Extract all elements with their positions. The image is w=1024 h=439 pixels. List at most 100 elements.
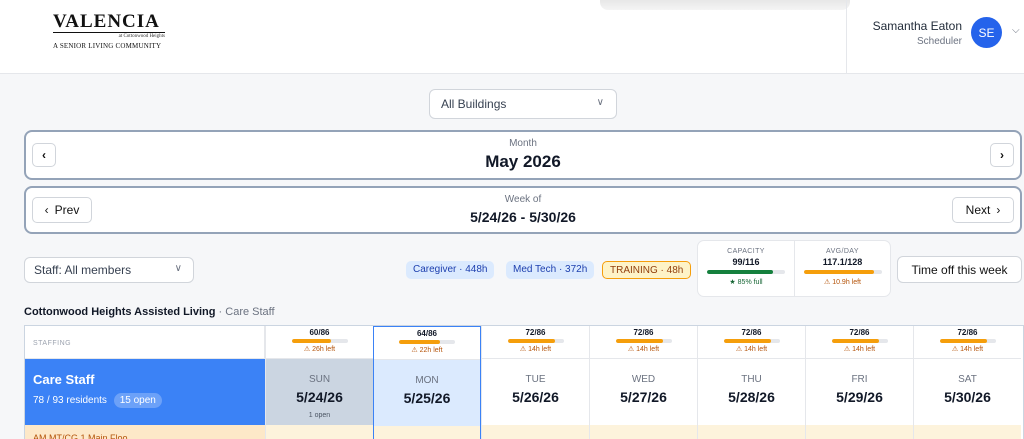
shift-cell[interactable] [698,425,805,439]
medtech-hours-pill[interactable]: Med Tech · 372h [506,261,595,279]
training-hours-pill[interactable]: TRAINING · 48h [602,261,692,279]
day-hours-left-text: 26h left [312,346,336,353]
team-name: · Care Staff [215,306,275,318]
day-staffing-summary: 72/86 ⚠ 14h left [914,326,1021,359]
shift-cell[interactable] [266,425,373,439]
warning-icon: ⚠ [519,346,527,353]
capacity-stat: CAPACITY 99/116 ★ 85% full [698,241,794,296]
time-off-button[interactable]: Time off this week [897,256,1022,283]
month-caption: Month [509,138,537,149]
avg-day-value: 117.1/128 [822,257,863,267]
day-hours-left-text: 14h left [636,346,660,353]
day-hours-left-text: 14h left [744,346,768,353]
day-hours-left: ⚠ 26h left [266,345,373,353]
day-name: THU [741,374,762,385]
day-staffing-bar-fill [291,339,331,343]
day-column-tue[interactable]: 72/86 ⚠ 14h left TUE 5/26/26 [481,326,589,439]
day-header[interactable]: SAT 5/30/26 [914,359,1021,425]
capacity-note-text: 85% full [737,279,763,286]
day-header[interactable]: MON 5/25/26 [374,360,480,426]
day-staffing-ratio: 72/86 [849,328,870,337]
logo-subtitle: at Cottonwood Heights [53,32,165,40]
next-week-button[interactable]: Next › [952,197,1014,223]
warning-icon: ⚠ [627,346,635,353]
capacity-bar-fill [707,270,774,274]
day-staffing-ratio: 72/86 [957,328,978,337]
logo-tagline: A SENIOR LIVING COMMUNITY [53,42,162,50]
warning-icon: ⚠ [951,346,959,353]
day-hours-left: ⚠ 14h left [914,345,1021,353]
shift-cell[interactable] [590,425,697,439]
day-header[interactable]: FRI 5/29/26 [806,359,913,425]
valencia-logo[interactable]: VALENCIA at Cottonwood Heights A SENIOR … [53,12,183,50]
next-week-label: Next [965,203,991,217]
shift-cell[interactable] [482,425,589,439]
shift-cell[interactable] [374,426,480,439]
day-column-mon[interactable]: 64/86 ⚠ 22h left MON 5/25/26 [373,326,481,439]
staff-filter-select[interactable]: Staff: All members ∨ [24,257,194,283]
day-staffing-bar-fill [399,340,441,344]
day-hours-left: ⚠ 14h left [806,345,913,353]
day-name: MON [415,375,439,386]
day-staffing-ratio: 60/86 [309,328,330,337]
avg-day-note: ⚠ 10.9h left [795,278,890,286]
day-staffing-summary: 72/86 ⚠ 14h left [590,326,697,359]
day-staffing-ratio: 72/86 [633,328,654,337]
capacity-card: CAPACITY 99/116 ★ 85% full AVG/DAY 117.1… [697,240,891,297]
week-caption: Week of [504,194,542,205]
week-navigator: ‹ Prev Week of 5/24/26 - 5/30/26 Next › [24,186,1022,234]
day-hours-left: ⚠ 22h left [374,346,480,354]
avg-day-bar [803,270,882,274]
chevron-down-icon: ∨ [596,97,604,108]
day-date: 5/26/26 [512,389,559,405]
day-staffing-bar [507,339,564,343]
shift-row-label[interactable]: AM MT/CG 1 Main Floo [25,425,265,439]
next-month-button[interactable]: › [990,143,1014,167]
day-date: 5/29/26 [836,389,883,405]
chevron-right-icon: › [996,203,1001,217]
day-hours-left: ⚠ 14h left [698,345,805,353]
day-staffing-summary: 64/86 ⚠ 22h left [374,327,480,360]
day-hours-left: ⚠ 14h left [590,345,697,353]
chevron-right-icon: › [1000,148,1004,162]
day-staffing-bar-fill [831,339,879,343]
day-column-fri[interactable]: 72/86 ⚠ 14h left FRI 5/29/26 [805,326,913,439]
day-column-sun[interactable]: 60/86 ⚠ 26h left SUN 5/24/26 1 open [265,326,373,439]
shift-cell[interactable] [806,425,913,439]
day-staffing-bar [831,339,888,343]
chevron-down-icon[interactable]: ⌵ [1012,25,1020,36]
header-divider [846,0,847,74]
day-staffing-summary: 72/86 ⚠ 14h left [698,326,805,359]
day-header[interactable]: SUN 5/24/26 1 open [266,359,373,425]
day-column-thu[interactable]: 72/86 ⚠ 14h left THU 5/28/26 [697,326,805,439]
day-date: 5/24/26 [296,389,343,405]
day-header[interactable]: THU 5/28/26 [698,359,805,425]
day-staffing-ratio: 72/86 [741,328,762,337]
user-name: Samantha Eaton [872,19,962,33]
day-date: 5/25/26 [403,390,451,406]
day-name: FRI [851,374,868,385]
day-staffing-ratio: 72/86 [525,328,546,337]
day-staffing-summary: 60/86 ⚠ 26h left [266,326,373,359]
capacity-value: 99/116 [732,257,760,267]
day-staffing-summary: 72/86 ⚠ 14h left [806,326,913,359]
day-name: WED [631,374,656,385]
avatar[interactable]: SE [971,17,1002,48]
building-select[interactable]: All Buildings ∨ [429,89,617,119]
day-header[interactable]: TUE 5/26/26 [482,359,589,425]
day-header[interactable]: WED 5/27/26 [590,359,697,425]
warning-icon: ⚠ [823,279,831,286]
capacity-note: ★ 85% full [698,278,794,286]
care-staff-residents: 78 / 93 residents 15 open [33,393,257,408]
building-select-value: All Buildings [441,97,507,111]
day-column-sat[interactable]: 72/86 ⚠ 14h left SAT 5/30/26 [913,326,1021,439]
warning-icon: ⚠ [735,346,743,353]
day-staffing-bar [939,339,996,343]
care-staff-row-header[interactable]: Care Staff 78 / 93 residents 15 open [25,359,265,425]
caregiver-hours-pill[interactable]: Caregiver · 448h [406,261,495,279]
shift-cell[interactable] [914,425,1021,439]
week-title: 5/24/26 - 5/30/26 [470,209,576,225]
day-staffing-ratio: 64/86 [416,329,438,338]
day-hours-left-text: 14h left [960,346,984,353]
day-column-wed[interactable]: 72/86 ⚠ 14h left WED 5/27/26 [589,326,697,439]
